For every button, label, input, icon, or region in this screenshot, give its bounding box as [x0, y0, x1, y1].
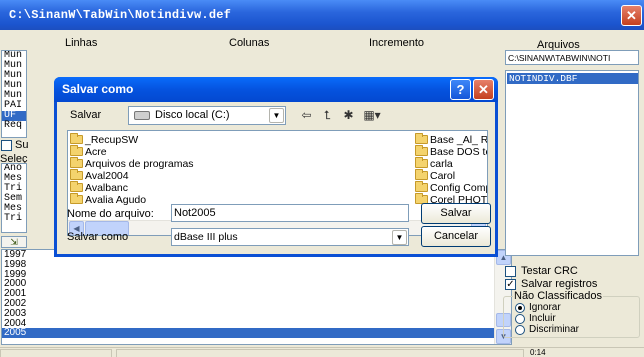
folder-icon: [415, 181, 428, 192]
status-time: 0:14: [530, 348, 546, 357]
folder-item[interactable]: Avalia Agudo: [70, 193, 146, 206]
main-window-title: C:\SinanW\TabWin\Notindivw.def: [9, 8, 232, 22]
file-item-selected[interactable]: NOTINDIV.DBF: [507, 73, 638, 84]
new-folder-icon[interactable]: ✱: [340, 107, 357, 124]
discriminar-radio[interactable]: [515, 325, 525, 335]
folder-icon: [70, 169, 83, 180]
folder-item[interactable]: Avalbanc: [70, 181, 128, 194]
folder-icon: [415, 133, 428, 144]
year-item[interactable]: 2004: [2, 318, 511, 329]
arquivos-file-list[interactable]: NOTINDIV.DBF: [505, 70, 639, 256]
su-checkbox[interactable]: [1, 140, 12, 151]
cancel-button[interactable]: Cancelar: [421, 226, 491, 247]
arquivos-path-field[interactable]: C:\SINANW\TABWIN\NOTI: [505, 50, 639, 65]
save-button[interactable]: Salvar: [421, 203, 491, 224]
status-panel: [116, 349, 524, 357]
incluir-label: Incluir: [529, 313, 556, 324]
main-close-button[interactable]: ✕: [621, 5, 642, 26]
folder-icon: [70, 181, 83, 192]
ignorar-label: Ignorar: [529, 302, 561, 313]
help-button[interactable]: ?: [450, 79, 471, 100]
ignorar-radio[interactable]: [515, 303, 525, 313]
status-bar: 0:14: [0, 347, 644, 357]
year-listbox[interactable]: 1997 1998 1999 2000 2001 2002 2003 2004 …: [1, 249, 512, 345]
testar-crc-checkbox[interactable]: [505, 266, 516, 277]
folder-icon: [70, 133, 83, 144]
dialog-title: Salvar como: [62, 82, 134, 96]
dialog-title-bar: Salvar como ? ✕: [54, 77, 498, 102]
su-label: Su: [15, 139, 29, 151]
save-in-value: Disco local (C:): [155, 109, 230, 121]
status-panel: [0, 349, 112, 357]
folder-item[interactable]: Config Comp: [415, 181, 487, 194]
disk-drive-icon: [134, 111, 150, 120]
incremento-label: Incremento: [369, 37, 425, 49]
colunas-label: Colunas: [229, 37, 270, 49]
year-item[interactable]: 1998: [2, 259, 511, 270]
year-item[interactable]: 2002: [2, 299, 511, 309]
folder-item[interactable]: Base DOS te: [415, 145, 487, 158]
save-type-combo[interactable]: dBase III plus ▼: [171, 228, 409, 246]
folder-item[interactable]: Base _Al_ RI: [415, 133, 487, 146]
nao-classificados-label: Não Classificados: [513, 290, 604, 302]
chevron-down-icon[interactable]: ▼: [392, 230, 407, 245]
incluir-radio[interactable]: [515, 314, 525, 324]
folder-item[interactable]: Aval2004: [70, 169, 129, 182]
salvar-registros-checkbox[interactable]: ✓: [505, 279, 516, 290]
salvar-registros-label: Salvar registros: [521, 278, 598, 290]
main-title-bar: C:\SinanW\TabWin\Notindivw.def ✕: [0, 0, 644, 30]
selection-tool-icon[interactable]: ⇲: [1, 236, 27, 248]
folder-icon: [70, 145, 83, 156]
discriminar-label: Discriminar: [529, 324, 579, 335]
back-icon[interactable]: ⇦: [298, 107, 315, 124]
dialog-close-button[interactable]: ✕: [473, 79, 494, 100]
save-in-label: Salvar: [70, 109, 102, 121]
up-folder-icon[interactable]: ⮤: [319, 107, 336, 124]
save-type-label: Salvar como: [67, 231, 129, 243]
year-item-selected[interactable]: 2005: [2, 328, 511, 339]
selecao-listbox[interactable]: Ano Mes Tri Sem Mes Tri: [1, 163, 27, 233]
save-as-dialog: Salvar como ? ✕ Salvar Disco local (C:) …: [54, 77, 498, 257]
folder-icon: [70, 193, 83, 204]
year-item[interactable]: 1999: [2, 269, 511, 280]
folder-icon: [70, 157, 83, 168]
filename-label: Nome do arquivo:: [67, 208, 154, 220]
list-item[interactable]: Req: [2, 121, 26, 131]
folder-icon: [415, 169, 428, 180]
year-item[interactable]: 2001: [2, 289, 511, 299]
folder-icon: [415, 157, 428, 168]
linhas-label: Linhas: [65, 37, 98, 49]
chevron-down-icon[interactable]: ▼: [269, 108, 284, 123]
linhas-listbox[interactable]: Mun Mun Mun Mun Mun PAI UF Req: [1, 50, 27, 138]
testar-crc-label: Testar CRC: [521, 265, 578, 277]
list-item[interactable]: Tri: [2, 214, 26, 224]
folder-icon: [415, 145, 428, 156]
year-item[interactable]: 2000: [2, 279, 511, 289]
save-in-combo[interactable]: Disco local (C:) ▼: [128, 106, 286, 125]
year-item[interactable]: 2003: [2, 308, 511, 319]
folder-item[interactable]: Arquivos de programas: [70, 157, 194, 170]
folder-item[interactable]: _RecupSW: [70, 133, 138, 146]
filename-input[interactable]: Not2005: [171, 204, 409, 222]
view-menu-icon[interactable]: ▦▾: [361, 107, 383, 124]
save-type-value: dBase III plus: [174, 231, 238, 243]
